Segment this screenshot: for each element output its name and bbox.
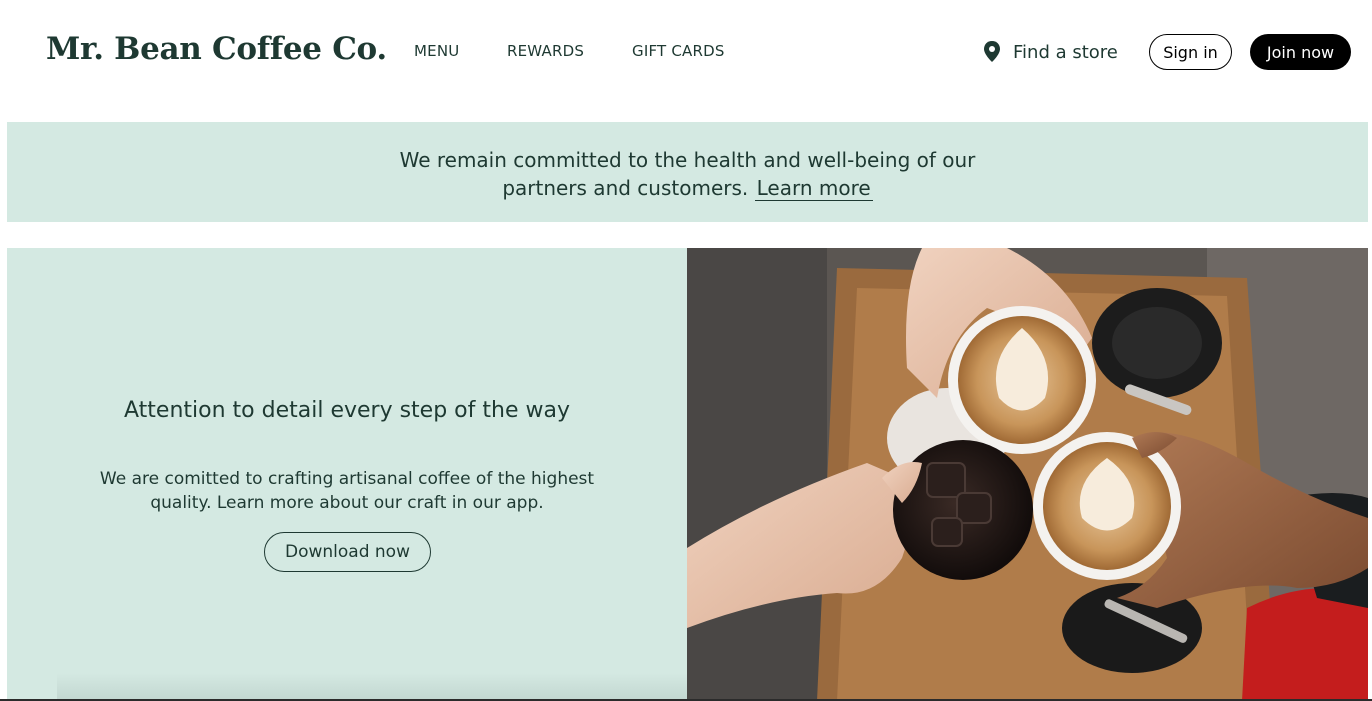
brand-logo[interactable]: Mr. Bean Coffee Co. [46, 31, 387, 67]
notice-text: We remain committed to the health and we… [7, 146, 1368, 202]
find-store-label: Find a store [1013, 41, 1118, 63]
nav-item-rewards[interactable]: REWARDS [507, 42, 584, 60]
nav-item-gift-cards[interactable]: GIFT CARDS [632, 42, 725, 60]
location-pin-icon [983, 41, 1001, 63]
promo-text-panel: Attention to detail every step of the wa… [7, 248, 687, 701]
promo-body: We are comitted to crafting artisanal co… [87, 467, 607, 515]
learn-more-link[interactable]: Learn more [754, 176, 873, 201]
panel-shadow [57, 673, 687, 701]
join-now-button[interactable]: Join now [1250, 34, 1351, 70]
promo-body-line-2: quality. Learn more about our craft in o… [150, 493, 544, 513]
find-store-link[interactable]: Find a store [983, 40, 1118, 64]
promo-title: Attention to detail every step of the wa… [124, 398, 570, 423]
notice-text-line-2: partners and customers. [502, 176, 749, 200]
download-now-button[interactable]: Download now [264, 532, 431, 572]
nav-item-menu[interactable]: MENU [414, 42, 459, 60]
promo-body-line-1: We are comitted to crafting artisanal co… [99, 469, 595, 489]
coffee-toast-image [687, 248, 1368, 701]
site-header: Mr. Bean Coffee Co. MENU REWARDS GIFT CA… [0, 0, 1372, 104]
notice-text-line-1: We remain committed to the health and we… [399, 148, 976, 172]
health-notice-banner: We remain committed to the health and we… [7, 122, 1368, 222]
sign-in-button[interactable]: Sign in [1149, 34, 1232, 70]
